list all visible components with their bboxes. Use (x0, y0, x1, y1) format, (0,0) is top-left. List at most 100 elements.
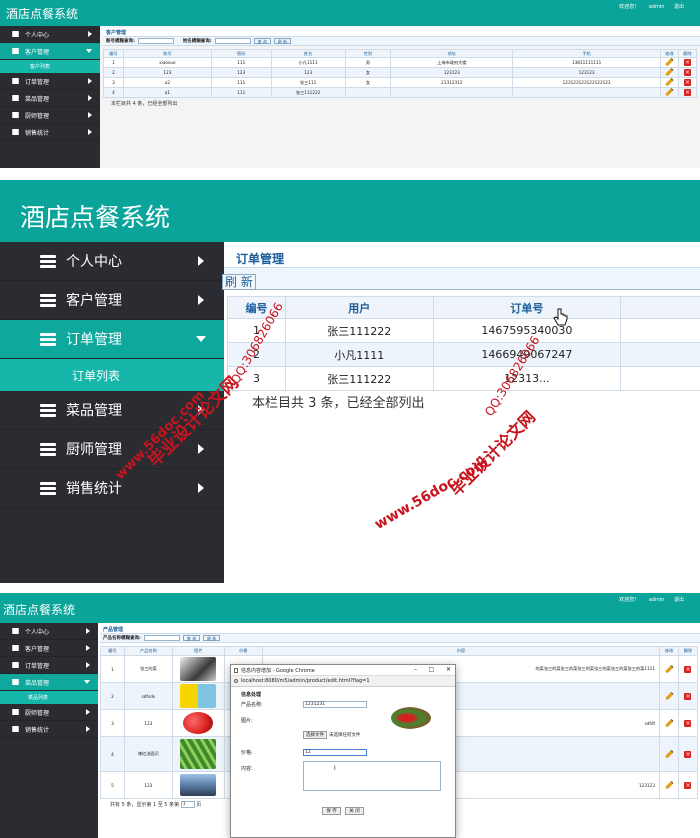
pencil-icon[interactable] (665, 88, 674, 97)
pencil-icon[interactable] (665, 719, 673, 727)
account-search-input[interactable] (137, 38, 174, 44)
delete-cell: × (677, 77, 698, 88)
sidebar-item-dishes[interactable]: 菜品管理 (0, 674, 98, 691)
menu-stack-icon (12, 112, 19, 118)
sidebar-item-dishes[interactable]: 菜品管理 (0, 90, 100, 107)
delete-icon[interactable]: × (684, 692, 692, 700)
delete-icon[interactable]: × (683, 59, 691, 66)
cell-image (171, 655, 225, 683)
table-row: 4 a1 111 张三111222 × (103, 87, 698, 98)
cell-gender: 女 (344, 67, 392, 78)
sidebar-item-label: 个人中心 (66, 254, 122, 270)
pencil-icon[interactable] (665, 58, 674, 67)
food-image (180, 773, 217, 796)
sidebar-item-personal[interactable]: 个人中心 (0, 26, 100, 43)
sidebar-item-label: 菜品管理 (25, 679, 50, 687)
cell-account: 123 (122, 67, 212, 78)
search-bar: 产品名称模糊查询: 查 询 刷 新 (100, 634, 700, 643)
sidebar-item-sales[interactable]: 销售统计 (0, 124, 100, 141)
menu-stack-icon (12, 48, 19, 54)
user-link[interactable]: admin (649, 4, 665, 10)
sidebar-item-customers[interactable]: 客户管理 (0, 281, 224, 320)
edit-product-popup: 信息内容增加 - Google Chrome – □ ✕ localhost:8… (230, 664, 456, 838)
sidebar-item-label: 订单管理 (66, 332, 122, 348)
delete-icon[interactable]: × (684, 781, 692, 789)
refresh-button[interactable]: 刷 新 (222, 274, 256, 290)
content-label: 内容: (241, 766, 253, 772)
delete-icon[interactable]: × (684, 719, 692, 727)
column-header: 修改 (659, 646, 679, 656)
close-button[interactable]: 关 闭 (345, 807, 364, 815)
pencil-icon[interactable] (665, 750, 673, 758)
cell-address: 21312312 (390, 77, 514, 88)
refresh-button[interactable]: 刷 新 (273, 38, 292, 44)
menu-stack-icon (12, 709, 19, 715)
submenu-dish-list[interactable]: 菜品列表 (0, 691, 98, 704)
sidebar-item-label: 销售统计 (25, 129, 50, 137)
user-link[interactable]: admin (649, 597, 665, 603)
submenu-order-list[interactable]: 订单列表 (0, 359, 224, 391)
pencil-icon[interactable] (665, 781, 673, 789)
delete-icon[interactable]: × (683, 89, 691, 96)
sidebar-item-label: 客户管理 (25, 645, 50, 653)
info-icon (234, 679, 238, 683)
choose-file-button[interactable]: 选择文件 (303, 731, 327, 739)
pencil-icon[interactable] (665, 68, 674, 77)
chevron-right-icon (88, 31, 92, 37)
sidebar-item-label: 个人中心 (25, 31, 50, 39)
save-button[interactable]: 保 存 (322, 807, 341, 815)
pencil-icon[interactable] (665, 692, 673, 700)
delete-icon[interactable]: × (683, 79, 691, 86)
cell-gender: 男 (344, 57, 392, 68)
page-input[interactable]: 1 (180, 801, 195, 808)
logout-link[interactable]: 退出 (674, 597, 684, 603)
chevron-right-icon (88, 78, 92, 84)
column-header: 性别 (344, 49, 392, 58)
delete-icon[interactable]: × (684, 665, 692, 673)
delete-cell: × (677, 736, 699, 772)
chevron-right-icon (88, 95, 92, 101)
pencil-icon[interactable] (665, 78, 674, 87)
sidebar-item-customers[interactable]: 客户管理 (0, 43, 100, 60)
logout-link[interactable]: 退出 (674, 4, 684, 10)
name-search-input[interactable] (214, 38, 251, 44)
food-image (180, 683, 217, 708)
edit-cell (659, 771, 679, 799)
name-input[interactable]: 1231231 (303, 700, 367, 708)
price-label: 价格: (241, 749, 253, 756)
food-image (180, 656, 217, 681)
table-row: 2 123 123 123 女 123123 123123 × (103, 67, 698, 78)
sidebar-item-sales[interactable]: 销售统计 (0, 721, 98, 738)
sidebar-item-orders[interactable]: 订单管理 (0, 73, 100, 90)
cell-empty (620, 318, 700, 343)
sidebar-item-sales[interactable]: 销售统计 (0, 469, 224, 508)
maximize-icon[interactable]: □ (428, 666, 434, 673)
delete-icon[interactable]: × (683, 69, 691, 76)
column-header: 订单号 (432, 296, 622, 319)
product-search-input[interactable] (143, 635, 180, 641)
sidebar-item-orders[interactable]: 订单管理 (0, 657, 98, 674)
sidebar-item-chefs[interactable]: 厨师管理 (0, 107, 100, 124)
sidebar-item-personal[interactable]: 个人中心 (0, 242, 224, 281)
search-button[interactable]: 查 询 (253, 38, 271, 44)
sidebar-item-customers[interactable]: 客户管理 (0, 640, 98, 657)
pencil-icon[interactable] (665, 665, 673, 673)
search-button[interactable]: 查 询 (182, 635, 201, 641)
close-icon[interactable]: ✕ (446, 666, 451, 673)
sidebar-item-chefs[interactable]: 厨师管理 (0, 704, 98, 721)
sidebar-item-personal[interactable]: 个人中心 (0, 623, 98, 640)
food-image (183, 711, 214, 734)
preview-image (391, 707, 431, 729)
sidebar-item-orders[interactable]: 订单管理 (0, 320, 224, 359)
food-image (180, 738, 217, 769)
submenu-customer-list[interactable]: 客户列表 (0, 60, 100, 73)
content-textarea[interactable]: I (303, 761, 441, 791)
delete-icon[interactable]: × (684, 750, 692, 758)
app-title: 酒店点餐系统 (20, 203, 171, 232)
minimize-icon[interactable]: – (414, 666, 417, 673)
refresh-button[interactable]: 刷 新 (203, 635, 221, 641)
sidebar-item-label: 客户管理 (66, 293, 122, 309)
url-text[interactable]: localhost:8080/m5/admin/product/edit.htm… (241, 678, 370, 684)
popup-form: 信息处理 产品名称: 1231231 图片: 选择文件 未选择任何文件 价格: … (231, 687, 455, 837)
price-input[interactable]: 12 (303, 748, 367, 756)
